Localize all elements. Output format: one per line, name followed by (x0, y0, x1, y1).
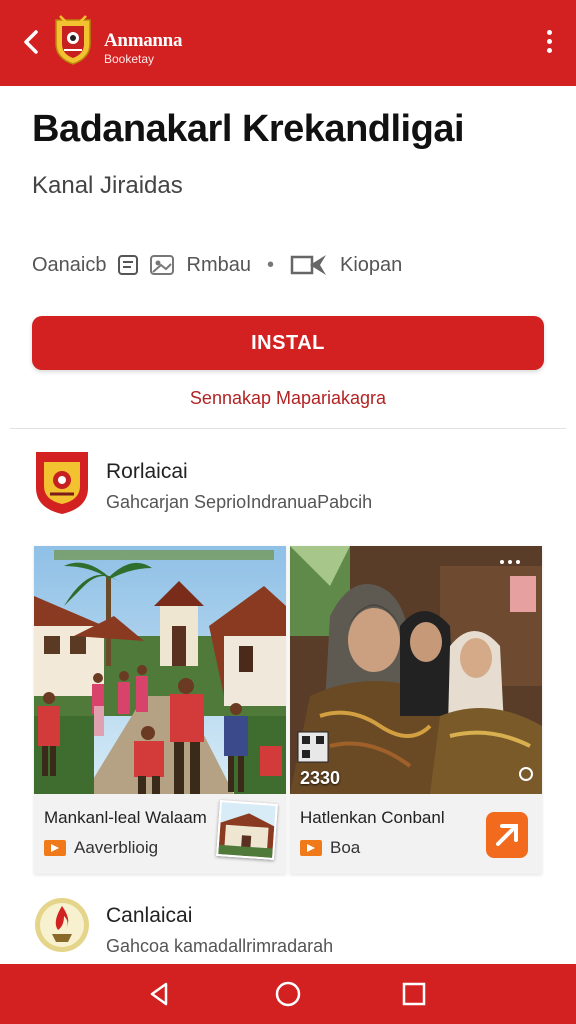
media-card[interactable]: 2330 Hatlenkan Conbanl Boa (290, 546, 542, 874)
app-bar-subtitle: Booketay (104, 52, 155, 66)
rating-box-icon (117, 255, 138, 275)
image-gallery-icon (149, 255, 174, 275)
meta-item-1: Oanaicb (32, 253, 107, 276)
home-circle-icon[interactable] (272, 978, 304, 1010)
media-caption: Mankanl-leal Walaam (44, 808, 207, 827)
app-developer[interactable]: Kanal Jiraidas (32, 172, 183, 200)
shield-logo (36, 452, 88, 514)
emblem-logo (55, 15, 91, 65)
flame-emblem-logo (35, 898, 89, 952)
app-meta-row: Oanaicb Rmbau • Kiopan (32, 250, 402, 280)
section-title: Rorlaicai (106, 460, 188, 483)
section-description: Gahcarjan SeprioIndranuaPabcih (106, 492, 373, 512)
people-photo (290, 546, 542, 794)
media-caption: Hatlenkan Conbanl (300, 808, 445, 827)
meta-item-2: Rmbau (186, 253, 251, 276)
back-arrow-icon[interactable] (16, 26, 48, 58)
media-card[interactable]: Mankanl-leal Walaam Aaverblioig (34, 546, 286, 874)
install-button[interactable]: INSTAL (32, 316, 544, 370)
open-app-icon[interactable] (486, 812, 528, 858)
system-nav-bar (0, 964, 576, 1024)
app-bar: Anmanna Booketay (0, 0, 576, 86)
install-label: INSTAL (251, 331, 325, 354)
media-tag-label: Boa (330, 838, 361, 857)
thumbnail-image[interactable] (216, 800, 278, 860)
back-triangle-icon[interactable] (144, 978, 176, 1010)
recents-square-icon[interactable] (398, 978, 430, 1010)
section-title: Canlaicai (106, 904, 193, 927)
media-tag: Aaverblioig (44, 838, 158, 858)
meta-item-3: Kiopan (340, 253, 403, 276)
secondary-link[interactable]: Sennakap Mapariakagra (0, 388, 576, 409)
app-bar-title: Anmanna (104, 30, 183, 51)
meta-separator: • (266, 253, 274, 276)
play-tag-icon (300, 840, 322, 856)
media-tag-label: Aaverblioig (74, 838, 159, 857)
share-tag-icon (290, 255, 326, 275)
more-vert-icon[interactable] (544, 30, 554, 58)
play-tag-icon (44, 840, 66, 856)
app-title: Badanakarl Krekandligai (32, 108, 465, 150)
section-divider (10, 428, 566, 429)
media-timestamp: 2330 (300, 768, 341, 788)
media-tag: Boa (300, 838, 360, 858)
section-description: Gahcoa kamadallrimradarah (106, 936, 334, 956)
village-photo (34, 546, 286, 794)
